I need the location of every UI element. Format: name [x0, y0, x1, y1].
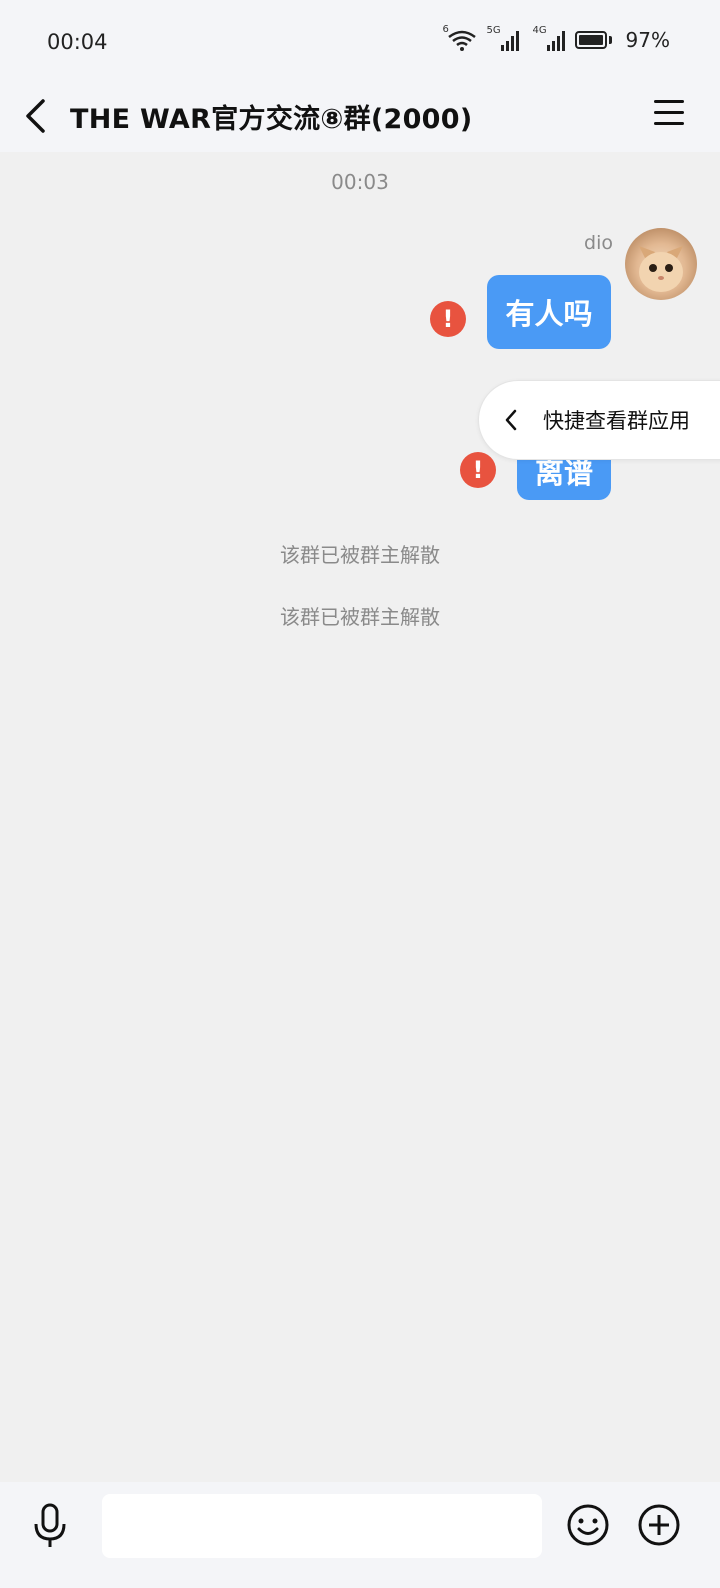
message-bubble[interactable]: 有人吗 — [487, 275, 611, 349]
system-message: 该群已被群主解散 — [280, 543, 440, 567]
emoji-button[interactable] — [565, 1502, 611, 1548]
system-message: 该群已被群主解散 — [280, 605, 440, 629]
emoji-icon — [567, 1504, 609, 1546]
microphone-icon — [34, 1503, 66, 1547]
input-bar — [0, 1482, 720, 1588]
chat-header: THE WAR官方交流⑧群(2000) — [0, 80, 720, 152]
menu-button[interactable] — [652, 96, 686, 130]
message-input[interactable] — [102, 1494, 542, 1558]
avatar[interactable] — [625, 228, 697, 300]
voice-button[interactable] — [28, 1502, 72, 1550]
status-icons: 6 5G 4G 97% — [443, 24, 670, 52]
battery-icon — [574, 31, 612, 49]
sender-name: dio — [584, 232, 613, 254]
quick-group-apps-button[interactable]: 快捷查看群应用 — [478, 380, 720, 460]
message-timestamp: 00:03 — [331, 170, 389, 194]
status-bar: 00:04 6 5G 4G 97% — [0, 0, 720, 80]
back-button[interactable] — [0, 80, 70, 152]
wifi-icon: 6 — [443, 24, 477, 52]
sim1-tag: 5G — [486, 25, 501, 36]
sim2-tag: 4G — [532, 25, 547, 36]
chevron-left-icon — [505, 409, 517, 431]
chevron-left-icon — [26, 99, 45, 133]
send-failed-icon[interactable]: ! — [460, 452, 496, 488]
signal-icon: 4G — [533, 25, 565, 51]
quick-group-apps-label: 快捷查看群应用 — [543, 409, 690, 433]
status-time: 00:04 — [47, 30, 108, 54]
wifi-tag: 6 — [442, 24, 449, 35]
more-button[interactable] — [636, 1502, 682, 1548]
send-failed-icon[interactable]: ! — [430, 301, 466, 337]
chat-screen: 00:04 6 5G 4G 97% THE WAR官方交流⑧群(2000) 00… — [0, 0, 720, 1588]
message-list[interactable]: 00:03 dio ! 有人吗 ! 离谱 快捷查看群应用 该群已被群主解散 该群… — [0, 152, 720, 1482]
plus-icon — [638, 1504, 680, 1546]
signal-icon: 5G — [487, 25, 519, 51]
battery-percent: 97% — [625, 28, 670, 52]
chat-title: THE WAR官方交流⑧群(2000) — [70, 103, 473, 135]
